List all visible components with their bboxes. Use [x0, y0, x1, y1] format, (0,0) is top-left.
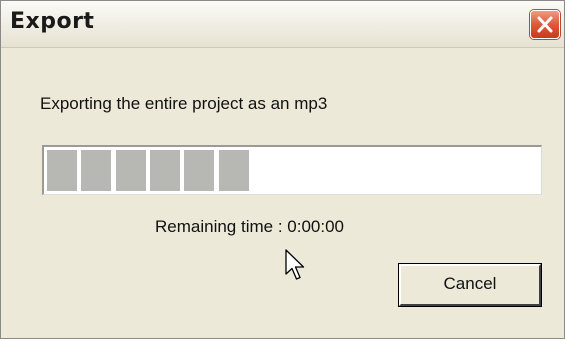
- title-bar[interactable]: Export: [1, 1, 564, 48]
- progress-block: [47, 150, 77, 191]
- progress-block: [219, 150, 249, 191]
- cancel-button[interactable]: Cancel: [398, 263, 542, 307]
- export-dialog: Export Exporting the entire project as a…: [0, 0, 565, 339]
- export-progress-bar: [42, 145, 542, 195]
- window-title: Export: [10, 9, 95, 34]
- export-message: Exporting the entire project as an mp3: [40, 94, 328, 113]
- remaining-time: Remaining time : 0:00:00: [155, 217, 344, 236]
- progress-block: [81, 150, 111, 191]
- mouse-pointer-icon: [285, 249, 305, 280]
- progress-block: [184, 150, 214, 191]
- dialog-body: Exporting the entire project as an mp3 R…: [1, 48, 564, 338]
- progress-fill: [47, 150, 253, 191]
- close-button[interactable]: [530, 10, 560, 39]
- close-icon: [537, 16, 553, 33]
- progress-block: [116, 150, 146, 191]
- progress-block: [150, 150, 180, 191]
